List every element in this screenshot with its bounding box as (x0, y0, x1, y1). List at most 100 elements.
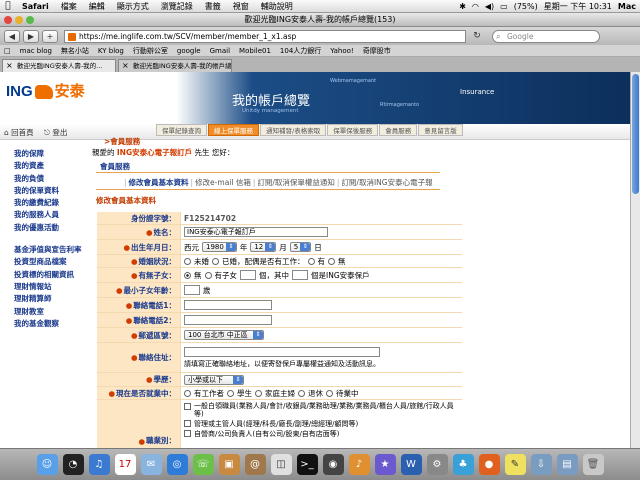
bookmark-item[interactable]: KY blog (98, 47, 124, 55)
month-select[interactable]: 12 ⇕ (250, 242, 277, 252)
home-link[interactable]: ⌂ 回首頁 (4, 127, 34, 138)
reload-icon[interactable]: ↻ (471, 30, 483, 42)
imovie-icon[interactable]: ★ (374, 454, 396, 475)
safari-icon[interactable]: ◎ (166, 454, 188, 475)
sidebar-item[interactable]: 我的服務人員 (0, 209, 84, 221)
sidebar-item[interactable]: 理財精算師 (0, 293, 84, 305)
menu-file[interactable]: 檔案 (55, 1, 83, 12)
word-icon[interactable]: W (400, 454, 422, 475)
documents-icon[interactable]: ▤ (556, 454, 578, 475)
phone1-input[interactable] (184, 300, 272, 310)
bookmark-item[interactable]: 行動辦公室 (133, 46, 168, 56)
bookmark-item[interactable]: Yahoo! (330, 47, 353, 55)
link-policy-notice[interactable]: 訂閱/取消保單權益通知 (257, 178, 335, 187)
radio-student[interactable] (227, 389, 234, 397)
bookmark-item[interactable]: google (177, 47, 201, 55)
occupation-checkbox[interactable] (184, 403, 191, 410)
tab-online-service[interactable]: 線上保單服務 (208, 124, 259, 136)
apple-menu-icon[interactable]:  (0, 1, 16, 11)
stickies-icon[interactable]: ✎ (504, 454, 526, 475)
sidebar-item[interactable]: 理財教室 (0, 306, 84, 318)
forward-button[interactable]: ▶ (23, 29, 39, 43)
phone2-input[interactable] (184, 315, 272, 325)
link-edit-email[interactable]: 修改e-mail 信箱 (195, 178, 251, 187)
tab-after-service[interactable]: 保單保後服務 (327, 124, 379, 136)
bluetooth-icon[interactable]: ✱ (459, 2, 466, 11)
menu-edit[interactable]: 編輯 (83, 1, 111, 12)
add-bookmark-button[interactable]: + (42, 29, 58, 43)
vertical-scrollbar[interactable] (630, 72, 640, 448)
bookmark-item[interactable]: mac blog (20, 47, 52, 55)
garageband-icon[interactable]: ♪ (348, 454, 370, 475)
browser-tab[interactable]: × 歡迎光臨ING安泰人壽-我的帳戶總覽 (118, 59, 232, 72)
name-input[interactable]: ING安泰心電子報訂戶 (184, 227, 328, 237)
wifi-icon[interactable]: ◠ (472, 2, 479, 11)
close-button[interactable] (4, 16, 12, 24)
zip-select[interactable]: 100 台北市 中正區 ⇕ (184, 330, 264, 340)
battery-icon[interactable]: ▭ (500, 2, 508, 11)
sidebar-item[interactable]: 我的優惠活動 (0, 222, 84, 234)
radio-unemployed[interactable] (326, 389, 333, 397)
tab-close-icon[interactable]: × (6, 60, 13, 72)
sidebar-item[interactable]: 我的基金觀察 (0, 318, 84, 330)
radio-homemaker[interactable] (255, 389, 262, 397)
sidebar-item[interactable]: 基金淨值與宣告利率 (0, 244, 84, 256)
firefox-icon[interactable]: ● (478, 454, 500, 475)
bookmarks-book-icon[interactable]: □ (4, 47, 11, 55)
bookmark-item[interactable]: 104人力銀行 (280, 46, 321, 56)
clock[interactable]: 星期一 下午 10:31 (544, 1, 612, 12)
radio-has-kids[interactable] (204, 271, 212, 279)
menu-window[interactable]: 視窗 (227, 1, 255, 12)
radio-retired[interactable] (298, 389, 305, 397)
radio-single[interactable] (184, 257, 191, 265)
day-select[interactable]: 5 ⇕ (289, 242, 312, 252)
bookmark-item[interactable]: 奇摩股市 (363, 46, 391, 56)
logout-link[interactable]: ⎋ 登出 (44, 127, 67, 138)
youngest-age-input[interactable] (184, 285, 200, 295)
menu-bookmarks[interactable]: 書籤 (199, 1, 227, 12)
tab-policy-records[interactable]: 保單紀錄查詢 (156, 124, 207, 136)
link-edit-profile[interactable]: 修改會員基本資料 (129, 178, 189, 187)
tab-close-icon[interactable]: × (122, 60, 129, 72)
browser-tab[interactable]: × 歡迎光臨ING安泰人壽-我的... (2, 59, 116, 72)
radio-married[interactable] (212, 257, 219, 265)
tab-feedback[interactable]: 意見留言版 (418, 124, 463, 136)
ing-logo[interactable]: ING 安泰 (6, 80, 85, 101)
address-input[interactable] (184, 346, 380, 357)
ichat-icon[interactable]: ☏ (192, 454, 214, 475)
ical-icon[interactable]: 17 (114, 454, 136, 475)
address-bar[interactable]: https://me.inglife.com.tw/SCV/member/mem… (64, 29, 466, 43)
sidebar-item[interactable]: 理財情報站 (0, 281, 84, 293)
sidebar-item[interactable]: 我的資產 (0, 160, 84, 172)
sidebar-item[interactable]: 我的負債 (0, 173, 84, 185)
bookmark-item[interactable]: Gmail (210, 47, 230, 55)
sidebar-item[interactable]: 投資型商品檔案 (0, 256, 84, 268)
menu-app-safari[interactable]: Safari (16, 2, 55, 11)
occupation-checkbox[interactable] (184, 420, 191, 427)
radio-employed[interactable] (184, 389, 191, 397)
dvd-icon[interactable]: ◉ (322, 454, 344, 475)
year-select[interactable]: 1980 ⇕ (202, 242, 237, 252)
google-search-input[interactable]: ⌕ Google (492, 29, 600, 43)
mail-icon[interactable]: ✉ (140, 454, 162, 475)
sidebar-item[interactable]: 我的保障 (0, 148, 84, 160)
addressbook-icon[interactable]: @ (244, 454, 266, 475)
dashboard-icon[interactable]: ◔ (62, 454, 84, 475)
link-newsletter[interactable]: 訂閱/取消ING安泰心電子報 (341, 178, 432, 187)
back-button[interactable]: ◀ (4, 29, 20, 43)
kids-count-input[interactable] (240, 270, 256, 280)
sidebar-item[interactable]: 我的繳費紀錄 (0, 197, 84, 209)
tab-member-service[interactable]: 會員服務 (379, 124, 418, 136)
photos-icon[interactable]: ▣ (218, 454, 240, 475)
bookmark-item[interactable]: Mobile01 (239, 47, 271, 55)
radio-no-kids[interactable] (184, 271, 191, 279)
volume-icon[interactable]: ◀) (485, 2, 494, 11)
occupation-checkbox[interactable] (184, 430, 191, 437)
radio-spouse-no[interactable] (328, 257, 335, 265)
terminal-icon[interactable]: >_ (296, 454, 318, 475)
radio-spouse-yes[interactable] (307, 257, 315, 265)
sidebar-item[interactable]: 我的保單資料 (0, 185, 84, 197)
finder-icon[interactable]: ☺ (36, 454, 58, 475)
preview-icon[interactable]: ◫ (270, 454, 292, 475)
menu-history[interactable]: 瀏覽記錄 (155, 1, 199, 12)
